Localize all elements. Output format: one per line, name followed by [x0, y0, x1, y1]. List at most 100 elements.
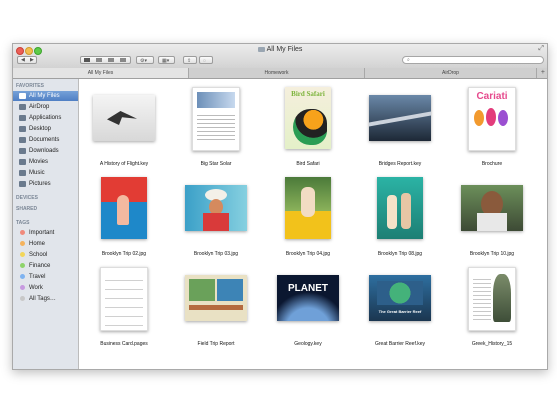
file-item[interactable]: Brooklyn Trip 03.jpg	[171, 177, 261, 257]
tag-icon: ◌	[203, 58, 206, 64]
file-name: Bridges Report.key	[378, 161, 422, 167]
tab-bar: All My Files Homework AirDrop +	[13, 68, 547, 79]
search-field[interactable]: ⌕	[402, 56, 544, 64]
file-thumbnail: Cariati	[468, 87, 516, 151]
tab-airdrop[interactable]: AirDrop	[365, 68, 537, 78]
tag-color-icon	[20, 230, 25, 235]
pictures-icon	[19, 181, 26, 187]
column-view-icon[interactable]	[108, 58, 114, 62]
gear-icon: ⚙▾	[140, 58, 147, 64]
edit-tags-button[interactable]: ◌	[199, 56, 213, 64]
file-item[interactable]: Cariati Brochure	[447, 87, 537, 167]
file-thumbnail	[93, 95, 155, 141]
file-thumbnail	[285, 177, 331, 239]
sidebar-header-tags: TAGS	[16, 220, 30, 226]
share-icon: ⇪	[187, 58, 192, 64]
file-name: Business Card.pages	[100, 341, 148, 347]
sidebar-tag-all-tags[interactable]: All Tags…	[13, 294, 78, 304]
thumb-title: Bird Safari	[291, 90, 325, 98]
file-thumbnail	[461, 185, 523, 231]
tab-homework[interactable]: Homework	[189, 68, 365, 78]
file-name: Great Barrier Reef.key	[374, 341, 426, 347]
file-item[interactable]: Bird Safari Bird Safari	[263, 87, 353, 167]
applications-icon	[19, 115, 26, 121]
file-thumbnail: The Great Barrier Reef	[369, 275, 431, 321]
file-name: A History of Flight.key	[99, 161, 149, 167]
sidebar-tag-school[interactable]: School	[13, 250, 78, 260]
sidebar-tag-travel[interactable]: Travel	[13, 272, 78, 282]
file-item[interactable]: Big Star Solar	[171, 87, 261, 167]
tag-color-icon	[20, 241, 25, 246]
arrange-menu-button[interactable]: ▦▾	[158, 56, 175, 64]
music-icon	[19, 170, 26, 176]
file-item[interactable]: Brooklyn Trip 10.jpg	[447, 177, 537, 257]
back-icon[interactable]: ◀	[21, 57, 25, 63]
sidebar-item-airdrop[interactable]: AirDrop	[13, 102, 78, 112]
tag-color-icon	[20, 285, 25, 290]
file-thumbnail	[377, 177, 423, 239]
file-item[interactable]: A History of Flight.key	[79, 87, 169, 167]
file-thumbnail	[101, 177, 147, 239]
file-item[interactable]: Greek_History_15	[447, 267, 537, 347]
movies-icon	[19, 159, 26, 165]
file-thumbnail: PLANET	[277, 275, 339, 321]
file-item[interactable]: Brooklyn Trip 08.jpg	[355, 177, 445, 257]
back-forward-control: ◀ ▶	[17, 56, 37, 64]
cover-flow-icon[interactable]	[120, 58, 126, 62]
tag-color-icon	[20, 263, 25, 268]
file-name: Big Star Solar	[200, 161, 232, 167]
tag-color-icon	[20, 296, 25, 301]
file-item[interactable]: Bridges Report.key	[355, 87, 445, 167]
desktop-icon	[19, 126, 26, 132]
file-name: Brooklyn Trip 10.jpg	[469, 251, 515, 257]
sidebar-tag-important[interactable]: Important	[13, 228, 78, 238]
search-icon: ⌕	[407, 57, 410, 63]
file-name: Brooklyn Trip 04.jpg	[285, 251, 331, 257]
list-view-icon[interactable]	[96, 58, 102, 62]
file-item[interactable]: Business Card.pages	[79, 267, 169, 347]
share-button[interactable]: ⇪	[183, 56, 197, 64]
file-name: Greek_History_15	[471, 341, 513, 347]
all-my-files-icon	[19, 93, 26, 99]
forward-icon[interactable]: ▶	[30, 57, 34, 63]
documents-icon	[19, 137, 26, 143]
sidebar-item-desktop[interactable]: Desktop	[13, 124, 78, 134]
sidebar-item-documents[interactable]: Documents	[13, 135, 78, 145]
sidebar-item-downloads[interactable]: Downloads	[13, 146, 78, 156]
sidebar-tag-work[interactable]: Work	[13, 283, 78, 293]
tab-all-my-files[interactable]: All My Files	[13, 68, 189, 78]
file-item[interactable]: Field Trip Report	[171, 267, 261, 347]
sidebar-item-movies[interactable]: Movies	[13, 157, 78, 167]
tag-color-icon	[20, 252, 25, 257]
sidebar-item-music[interactable]: Music	[13, 168, 78, 178]
file-item[interactable]: PLANET Geology.key	[263, 267, 353, 347]
arrange-icon: ▦▾	[162, 58, 170, 64]
file-name: Brochure	[481, 161, 503, 167]
sidebar-item-applications[interactable]: Applications	[13, 113, 78, 123]
file-name: Geology.key	[294, 341, 322, 347]
sidebar-tag-finance[interactable]: Finance	[13, 261, 78, 271]
file-item[interactable]: Brooklyn Trip 04.jpg	[263, 177, 353, 257]
downloads-icon	[19, 148, 26, 154]
file-item[interactable]: The Great Barrier Reef Great Barrier Ree…	[355, 267, 445, 347]
file-thumbnail	[185, 275, 247, 321]
icon-view-icon[interactable]	[84, 58, 90, 62]
folder-icon	[257, 46, 265, 52]
file-name: Field Trip Report	[197, 341, 235, 347]
sidebar-tag-home[interactable]: Home	[13, 239, 78, 249]
thumb-title: The Great Barrier Reef	[378, 309, 422, 314]
sidebar-item-pictures[interactable]: Pictures	[13, 179, 78, 189]
title-bar: All My Files ⤢ ◀ ▶ ⚙▾ ▦▾ ⇪ ◌ ⌕	[13, 44, 547, 69]
file-thumbnail: Bird Safari	[285, 87, 331, 149]
airdrop-icon	[19, 104, 26, 110]
action-menu-button[interactable]: ⚙▾	[136, 56, 154, 64]
file-name: Brooklyn Trip 08.jpg	[377, 251, 423, 257]
file-thumbnail	[100, 267, 148, 331]
sidebar: FAVORITES All My Files AirDrop Applicati…	[13, 79, 79, 369]
new-tab-button[interactable]: +	[541, 68, 545, 78]
fullscreen-icon[interactable]: ⤢	[538, 45, 544, 53]
sidebar-item-all-my-files[interactable]: All My Files	[13, 91, 78, 101]
file-thumbnail	[192, 87, 240, 151]
thumb-title: PLANET	[288, 283, 328, 294]
file-item[interactable]: Brooklyn Trip 02.jpg	[79, 177, 169, 257]
